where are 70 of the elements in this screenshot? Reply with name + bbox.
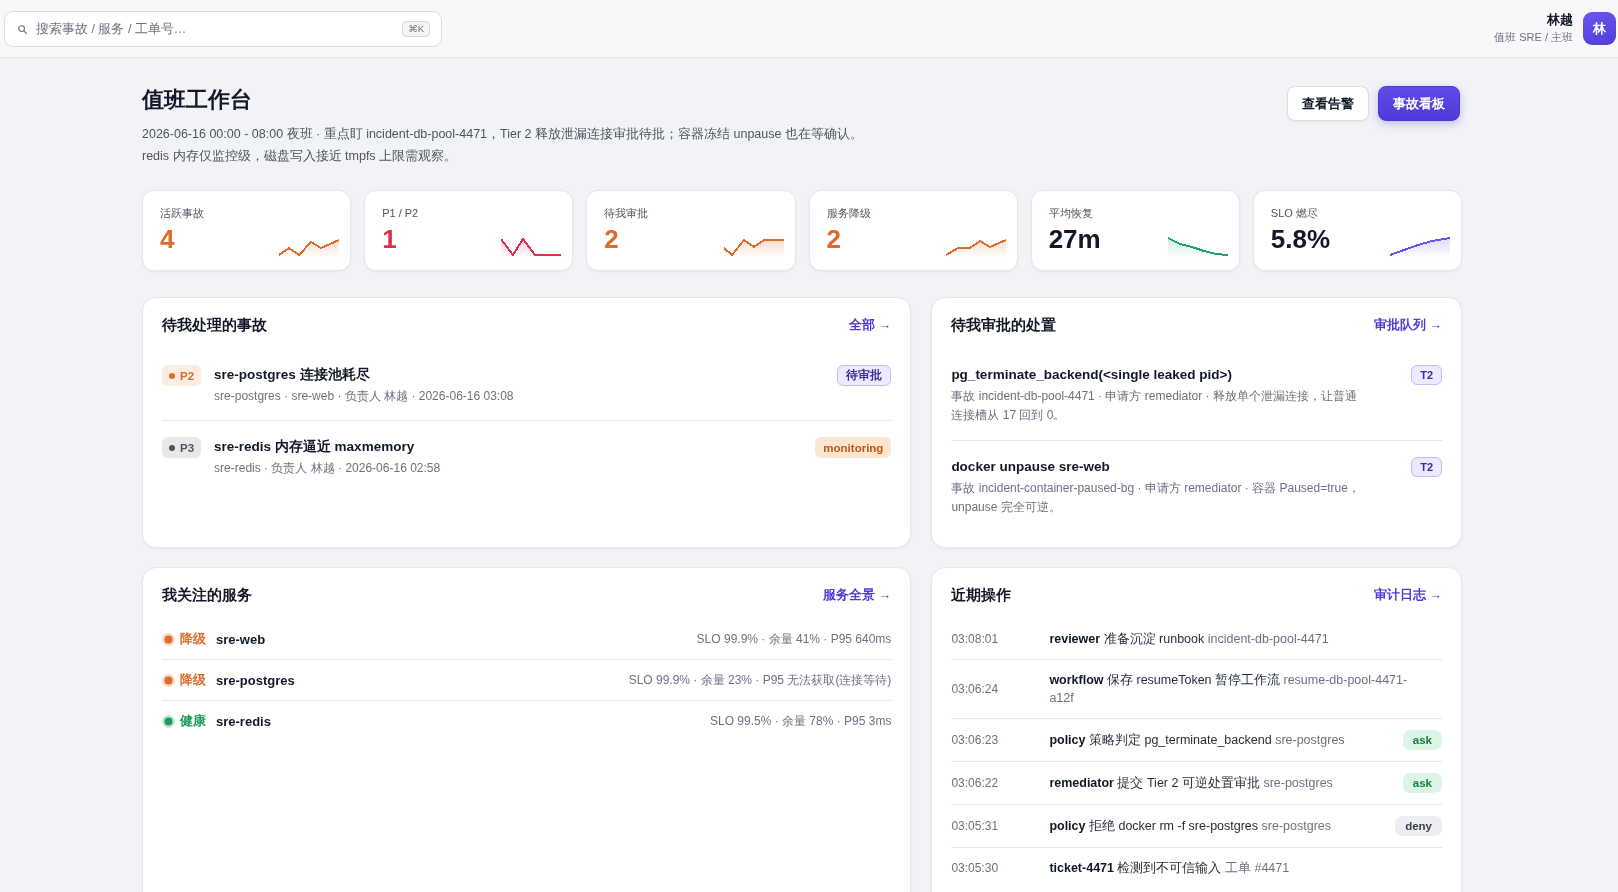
- op-time: 03:06:23: [951, 733, 1000, 747]
- service-status: 健康: [180, 712, 206, 730]
- kpi-label: 活跃事故: [160, 206, 204, 220]
- panel-link[interactable]: 全部 →: [849, 316, 892, 334]
- op-time: 03:06:24: [951, 682, 1000, 696]
- op-time: 03:05:30: [951, 861, 1000, 875]
- approval-command[interactable]: docker unpause sre-web: [951, 457, 1412, 477]
- op-time: 03:06:22: [951, 776, 1000, 790]
- priority-label: P3: [180, 441, 195, 454]
- op-time: 03:08:01: [951, 632, 1000, 646]
- kpi-value: 2: [826, 224, 842, 254]
- op-time: 03:05:31: [951, 819, 1000, 833]
- header-button[interactable]: 事故看板: [1378, 86, 1460, 121]
- page-title: 值班工作台: [142, 86, 253, 114]
- op-description: ticket-4471 检测到不可信输入 工单 #4471: [1049, 860, 1291, 877]
- priority-label: P2: [180, 369, 195, 382]
- service-status: 降级: [180, 630, 206, 648]
- kpi-label: 待我审批: [604, 206, 649, 220]
- service-metrics: SLO 99.9% · 余量 41% · P95 640ms: [696, 630, 892, 648]
- sparkline: [501, 235, 562, 258]
- kpi-label: 平均恢复: [1048, 206, 1094, 220]
- service-name[interactable]: sre-web: [216, 631, 266, 647]
- panel-title: 近期操作: [951, 585, 1012, 605]
- page-description: 2026-06-16 00:00 - 08:00 夜班 · 重点盯 incident-db-pool-4471，Tier 2 释放泄漏连接审批待批；容器冻结 unpause 也在等确认。: [142, 126, 863, 143]
- kpi-value: 1: [382, 224, 398, 254]
- approval-command[interactable]: pg_terminate_backend(<single leaked pid>): [951, 365, 1412, 385]
- panel-link[interactable]: 审批队列 →: [1374, 316, 1442, 334]
- decision-tag: ask: [1402, 730, 1442, 750]
- service-metrics: SLO 99.5% · 余量 78% · P95 3ms: [709, 712, 892, 730]
- panel-link[interactable]: 服务全景 →: [823, 586, 892, 604]
- panel-title: 我关注的服务: [162, 585, 252, 605]
- decision-tag: ask: [1402, 773, 1442, 793]
- service-name[interactable]: sre-postgres: [216, 672, 295, 688]
- incident-title[interactable]: sre-redis 内存逼近 maxmemory: [214, 437, 816, 457]
- op-description: remediator 提交 Tier 2 可逆处置审批 sre-postgres: [1049, 775, 1334, 792]
- panel-link[interactable]: 审计日志 →: [1374, 586, 1442, 604]
- user-name: 林越: [1547, 12, 1573, 29]
- kpi-label: P1 / P2: [382, 206, 419, 220]
- tier-tag: T2: [1411, 365, 1442, 385]
- approval-description: 事故 incident-db-pool-4471 · 申请方 remediator · 释放单个泄漏连接，让普通连接槽从 17 回到 0。: [951, 388, 1358, 424]
- search-icon: [18, 24, 27, 34]
- status-tag: 待审批: [837, 365, 892, 386]
- sparkline: [1390, 235, 1450, 258]
- service-name[interactable]: sre-redis: [216, 713, 271, 729]
- header-button[interactable]: 查看告警: [1287, 86, 1369, 121]
- panel-title: 待我处理的事故: [162, 315, 267, 335]
- op-description: policy 策略判定 pg_terminate_backend sre-postgres: [1049, 732, 1346, 749]
- kpi-value: 5.8%: [1270, 224, 1331, 254]
- decision-tag: deny: [1395, 816, 1442, 836]
- kpi-label: SLO 燃尽: [1270, 206, 1319, 220]
- kpi-value: 2: [604, 224, 620, 254]
- status-tag: monitoring: [815, 437, 892, 458]
- sparkline: [1167, 235, 1228, 258]
- tier-tag: T2: [1411, 457, 1442, 477]
- kpi-label: 服务降级: [826, 206, 871, 220]
- incident-meta: sre-postgres · sre-web · 负责人 林越 · 2026-06-16 03:08: [214, 388, 515, 405]
- kpi-value: 27m: [1048, 224, 1101, 254]
- service-status: 降级: [180, 671, 206, 689]
- user-avatar[interactable]: 林: [1583, 12, 1616, 45]
- user-role: 值班 SRE / 主班: [1494, 30, 1573, 45]
- page-description: redis 内存仅监控级，磁盘写入接近 tmpfs 上限需观察。: [142, 148, 459, 165]
- kpi-value: 4: [160, 224, 176, 254]
- panel-title: 待我审批的处置: [951, 315, 1057, 335]
- op-description: workflow 保存 resumeToken 暂停工作流 resume-db-pool-4471-a12f: [1049, 672, 1409, 707]
- service-metrics: SLO 99.9% · 余量 23% · P95 无法获取(连接等待): [628, 671, 892, 689]
- op-description: policy 拒绝 docker rm -f sre-postgres sre-postgres: [1049, 818, 1333, 835]
- incident-meta: sre-redis · 负责人 林越 · 2026-06-16 02:58: [214, 460, 442, 477]
- incident-title[interactable]: sre-postgres 连接池耗尽: [214, 365, 838, 385]
- approval-description: 事故 incident-container-paused-bg · 申请方 remediator · 容器 Paused=true，unpause 完全可逆。: [951, 480, 1361, 516]
- op-description: reviewer 准备沉淀 runbook incident-db-pool-4471: [1049, 631, 1330, 648]
